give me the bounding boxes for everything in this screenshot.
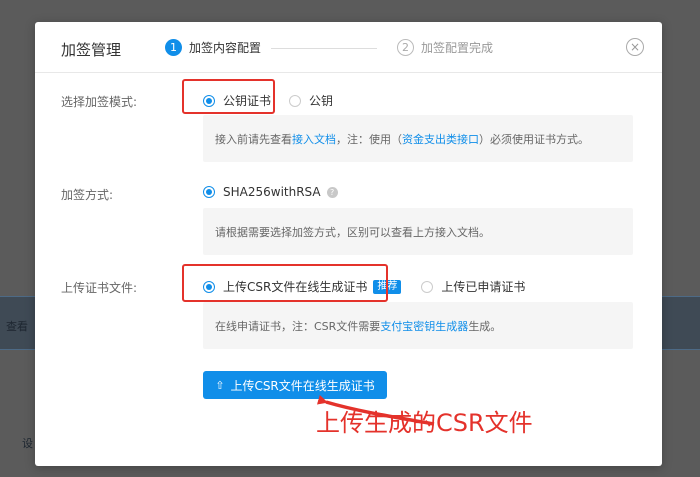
radio-label: 上传已申请证书	[441, 280, 526, 294]
integration-docs-link[interactable]: 接入文档	[292, 131, 336, 147]
background-text: 查看	[6, 320, 28, 333]
close-icon[interactable]: ×	[626, 38, 644, 56]
radio-label: 公钥证书	[223, 94, 272, 108]
radio-upload-csr[interactable]: 上传CSR文件在线生成证书 推荐	[203, 278, 402, 295]
step-divider	[271, 48, 377, 49]
radio-checked-icon	[203, 186, 215, 198]
step-number-icon: 1	[165, 39, 182, 56]
help-icon[interactable]: ?	[326, 186, 338, 198]
radio-upload-existing-certificate[interactable]: 上传已申请证书	[421, 278, 525, 295]
recommended-badge: 推荐	[373, 279, 402, 294]
radio-checked-icon	[203, 280, 215, 293]
method-label: 加签方式:	[61, 188, 114, 202]
radio-checked-icon	[203, 94, 215, 107]
method-radio-group: SHA256withRSA ?	[203, 185, 338, 199]
method-tip: 请根据需要选择加签方式，区别可以查看上方接入文档。	[203, 208, 633, 255]
annotation-text: 上传生成的CSR文件	[316, 409, 533, 437]
radio-public-key-certificate[interactable]: 公钥证书	[203, 92, 271, 109]
tip-text: ，注：使用（	[336, 132, 402, 146]
step-1: 1 加签内容配置	[165, 39, 261, 56]
mode-radio-group: 公钥证书 公钥	[203, 92, 333, 109]
radio-unchecked-icon	[421, 280, 434, 293]
signing-management-modal: 加签管理 1 加签内容配置 2 加签配置完成 × 选择加签模式: 公钥证书 公钥…	[35, 22, 662, 466]
tip-text: ）必须使用证书方式。	[479, 132, 589, 146]
upload-radio-group: 上传CSR文件在线生成证书 推荐 上传已申请证书	[203, 278, 525, 295]
modal-title: 加签管理	[61, 41, 122, 59]
tip-text: 接入前请先查看	[215, 132, 292, 146]
mode-tip: 接入前请先查看 接入文档 ，注：使用（ 资金支出类接口 ）必须使用证书方式。	[203, 115, 633, 162]
mode-label: 选择加签模式:	[61, 95, 138, 109]
step-2: 2 加签配置完成	[397, 39, 493, 56]
radio-label: 公钥	[309, 94, 334, 108]
step-number-icon: 2	[397, 39, 414, 56]
tip-text: 请根据需要选择加签方式，区别可以查看上方接入文档。	[215, 225, 490, 239]
fund-payout-api-link[interactable]: 资金支出类接口	[402, 131, 479, 147]
step-label: 加签内容配置	[189, 41, 262, 55]
radio-label: SHA256withRSA	[223, 185, 321, 199]
upload-tip: 在线申请证书，注：CSR文件需要 支付宝密钥生成器 生成。	[203, 302, 633, 349]
upload-button-label: 上传CSR文件在线生成证书	[230, 378, 375, 393]
background-text: 设	[22, 437, 33, 450]
upload-label: 上传证书文件:	[61, 281, 138, 295]
key-generator-link[interactable]: 支付宝密钥生成器	[380, 318, 468, 334]
tip-text: 在线申请证书，注：CSR文件需要	[215, 319, 381, 333]
radio-unchecked-icon	[289, 94, 302, 107]
step-label: 加签配置完成	[421, 41, 494, 55]
upload-icon: ⇧	[215, 378, 225, 392]
radio-label: 上传CSR文件在线生成证书	[223, 280, 368, 294]
tip-text: 生成。	[468, 319, 502, 333]
radio-sha256withrsa[interactable]: SHA256withRSA	[203, 185, 321, 199]
upload-csr-button[interactable]: ⇧ 上传CSR文件在线生成证书	[203, 371, 387, 399]
radio-public-key[interactable]: 公钥	[289, 92, 333, 109]
modal-header: 加签管理 1 加签内容配置 2 加签配置完成 ×	[35, 22, 662, 73]
